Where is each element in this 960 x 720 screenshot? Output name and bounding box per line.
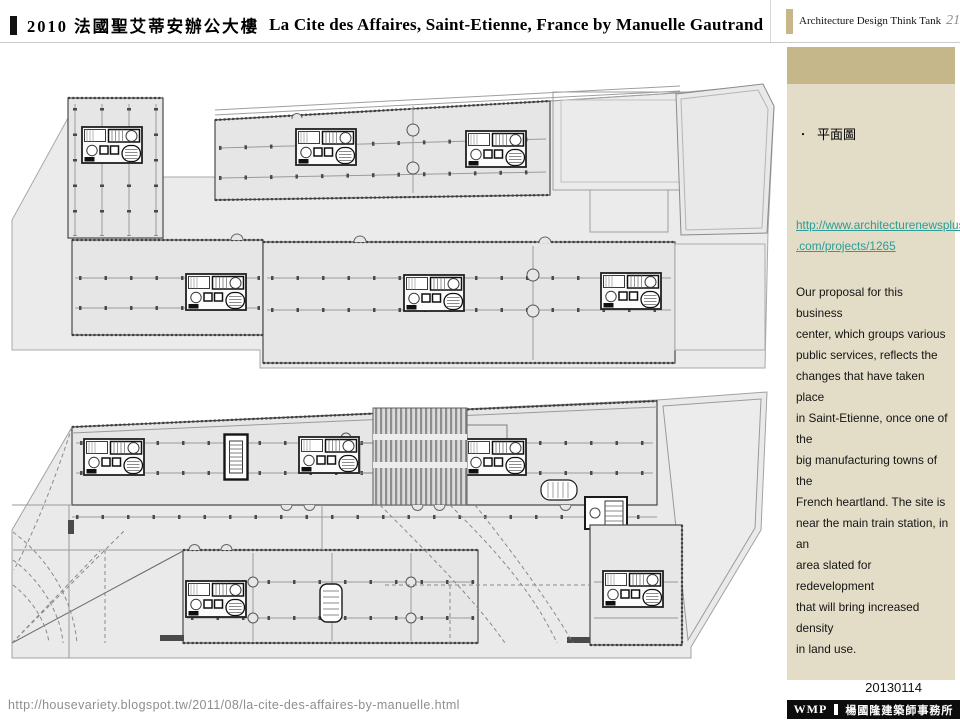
firm-bar: WMP 楊國隆建築師事務所 [787,700,960,719]
description-line: near the main train station, in an [796,513,951,555]
description-line: public services, reflects the [796,345,951,366]
title-english: La Cite des Affaires, Saint-Etienne, Fra… [269,15,763,35]
description-line: French heartland. The site is [796,492,951,513]
description-line: Our proposal for this business [796,282,951,324]
project-link-line2[interactable]: .com/projects/1265 [796,236,951,257]
sidebar: ・ 平面圖 http://www.architecturenewsplus .c… [787,47,955,680]
floor-plan-lower [5,370,777,667]
floor-plan-upper [5,82,777,377]
firm-initials: WMP [794,702,828,717]
date-stamp: 20130114 [787,680,922,695]
title-marker-bar [10,16,17,35]
project-description: Our proposal for this business center, w… [796,282,951,660]
sidebar-body: ・ 平面圖 http://www.architecturenewsplus .c… [787,84,955,660]
description-line: in Saint-Etienne, once one of the [796,408,951,450]
source-url: http://housevariety.blogspot.tw/2011/08/… [8,698,460,712]
floor-plan-lower-svg [5,370,777,662]
sidebar-top-strip [787,47,955,84]
page-number: 21 [946,13,960,29]
description-line: that will bring increased density [796,597,951,639]
header-separator [770,0,771,42]
floor-plan-upper-svg [5,82,777,372]
page-title: 2010 法國聖艾蒂安辦公大樓 La Cite des Affaires, Sa… [10,13,763,37]
project-link-line1[interactable]: http://www.architecturenewsplus [796,215,951,236]
description-line: big manufacturing towns of the [796,450,951,492]
description-line: center, which groups various [796,324,951,345]
brand-name: Architecture Design Think Tank [799,15,941,27]
section-label-row: ・ 平面圖 [796,124,951,143]
title-chinese: 2010 法國聖艾蒂安辦公大樓 [27,13,259,37]
brand-accent-bar [786,9,793,34]
project-link[interactable]: http://www.architecturenewsplus .com/pro… [796,215,951,257]
description-line: in land use. [796,639,951,660]
brand-header: Architecture Design Think Tank 21 [786,0,960,42]
section-label: 平面圖 [817,124,856,143]
slide: 2010 法國聖艾蒂安辦公大樓 La Cite des Affaires, Sa… [0,0,960,720]
firm-divider-bar [834,704,838,715]
description-line: area slated for redevelopment [796,555,951,597]
description-line: changes that have taken place [796,366,951,408]
header-rule [0,42,960,43]
firm-name: 楊國隆建築師事務所 [845,702,953,718]
bullet-icon: ・ [798,126,808,141]
